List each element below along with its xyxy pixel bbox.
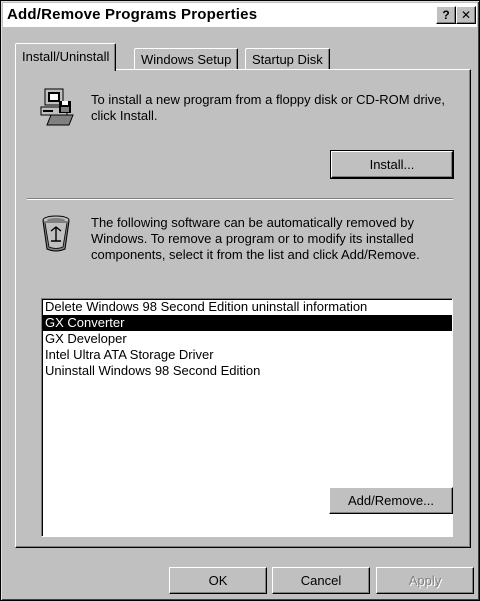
- separator: [27, 198, 453, 200]
- add-remove-programs-dialog: Add/Remove Programs Properties ? ✕ Insta…: [0, 0, 480, 601]
- list-item[interactable]: Intel Ultra ATA Storage Driver: [42, 347, 452, 363]
- list-item[interactable]: Delete Windows 98 Second Edition uninsta…: [42, 299, 452, 315]
- list-item[interactable]: Uninstall Windows 98 Second Edition: [42, 363, 452, 379]
- close-button[interactable]: ✕: [456, 6, 476, 24]
- tab-install-uninstall[interactable]: Install/Uninstall: [15, 43, 117, 71]
- window-title: Add/Remove Programs Properties: [7, 6, 258, 23]
- install-button[interactable]: Install...: [330, 150, 454, 179]
- tab-windows-setup[interactable]: Windows Setup: [134, 48, 239, 71]
- title-bar[interactable]: Add/Remove Programs Properties ? ✕: [3, 3, 477, 27]
- remove-instructions: The following software can be automatica…: [91, 215, 420, 262]
- add-remove-button[interactable]: Add/Remove...: [329, 487, 453, 514]
- tab-startup-disk[interactable]: Startup Disk: [245, 48, 330, 71]
- list-item[interactable]: GX Developer: [42, 331, 452, 347]
- cancel-button[interactable]: Cancel: [272, 567, 370, 594]
- ok-button[interactable]: OK: [169, 567, 267, 594]
- help-button[interactable]: ?: [436, 6, 456, 24]
- install-instructions: To install a new program from a floppy d…: [91, 92, 446, 123]
- computer-floppy-icon: [37, 87, 77, 130]
- list-item-selected[interactable]: GX Converter: [42, 315, 452, 331]
- apply-button[interactable]: Apply: [376, 567, 474, 594]
- recycle-bin-icon: [39, 213, 75, 256]
